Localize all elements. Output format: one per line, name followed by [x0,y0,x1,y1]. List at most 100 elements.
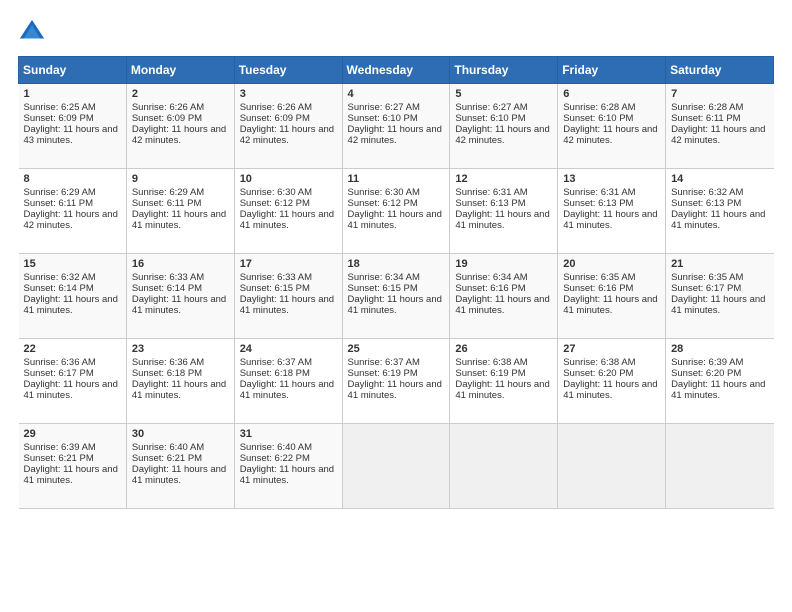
weekday-header: Wednesday [342,57,450,84]
daylight-text: Daylight: 11 hours and 41 minutes. [671,209,765,231]
sunrise-text: Sunrise: 6:38 AM [455,357,527,368]
calendar-week-row: 1Sunrise: 6:25 AMSunset: 6:09 PMDaylight… [19,84,774,169]
sunset-text: Sunset: 6:18 PM [132,368,202,379]
calendar-cell [342,424,450,509]
sunrise-text: Sunrise: 6:26 AM [240,102,312,113]
day-number: 4 [348,88,445,100]
sunrise-text: Sunrise: 6:35 AM [671,272,743,283]
day-number: 5 [455,88,552,100]
daylight-text: Daylight: 11 hours and 41 minutes. [132,379,226,401]
day-number: 16 [132,258,229,270]
sunset-text: Sunset: 6:15 PM [240,283,310,294]
day-number: 29 [24,428,121,440]
day-number: 25 [348,343,445,355]
day-number: 10 [240,173,337,185]
sunset-text: Sunset: 6:16 PM [455,283,525,294]
calendar-cell: 26Sunrise: 6:38 AMSunset: 6:19 PMDayligh… [450,339,558,424]
day-number: 23 [132,343,229,355]
calendar-body: 1Sunrise: 6:25 AMSunset: 6:09 PMDaylight… [19,84,774,509]
sunset-text: Sunset: 6:21 PM [24,453,94,464]
sunrise-text: Sunrise: 6:36 AM [24,357,96,368]
sunset-text: Sunset: 6:14 PM [132,283,202,294]
calendar-cell: 22Sunrise: 6:36 AMSunset: 6:17 PMDayligh… [19,339,127,424]
calendar-cell: 13Sunrise: 6:31 AMSunset: 6:13 PMDayligh… [558,169,666,254]
sunset-text: Sunset: 6:09 PM [24,113,94,124]
sunset-text: Sunset: 6:10 PM [563,113,633,124]
daylight-text: Daylight: 11 hours and 42 minutes. [455,124,549,146]
day-number: 31 [240,428,337,440]
sunset-text: Sunset: 6:19 PM [348,368,418,379]
calendar-cell: 6Sunrise: 6:28 AMSunset: 6:10 PMDaylight… [558,84,666,169]
sunrise-text: Sunrise: 6:31 AM [563,187,635,198]
calendar-cell: 19Sunrise: 6:34 AMSunset: 6:16 PMDayligh… [450,254,558,339]
calendar-cell: 4Sunrise: 6:27 AMSunset: 6:10 PMDaylight… [342,84,450,169]
day-number: 14 [671,173,768,185]
sunset-text: Sunset: 6:20 PM [563,368,633,379]
sunrise-text: Sunrise: 6:32 AM [24,272,96,283]
daylight-text: Daylight: 11 hours and 41 minutes. [24,464,118,486]
day-number: 3 [240,88,337,100]
sunrise-text: Sunrise: 6:39 AM [24,442,96,453]
daylight-text: Daylight: 11 hours and 41 minutes. [455,209,549,231]
sunrise-text: Sunrise: 6:32 AM [671,187,743,198]
calendar-cell: 5Sunrise: 6:27 AMSunset: 6:10 PMDaylight… [450,84,558,169]
header [18,18,774,46]
sunset-text: Sunset: 6:22 PM [240,453,310,464]
sunrise-text: Sunrise: 6:37 AM [240,357,312,368]
sunrise-text: Sunrise: 6:30 AM [348,187,420,198]
day-number: 30 [132,428,229,440]
sunrise-text: Sunrise: 6:29 AM [132,187,204,198]
daylight-text: Daylight: 11 hours and 42 minutes. [671,124,765,146]
calendar-cell: 30Sunrise: 6:40 AMSunset: 6:21 PMDayligh… [126,424,234,509]
daylight-text: Daylight: 11 hours and 42 minutes. [132,124,226,146]
daylight-text: Daylight: 11 hours and 41 minutes. [348,209,442,231]
daylight-text: Daylight: 11 hours and 42 minutes. [24,209,118,231]
calendar-cell: 15Sunrise: 6:32 AMSunset: 6:14 PMDayligh… [19,254,127,339]
calendar-cell: 7Sunrise: 6:28 AMSunset: 6:11 PMDaylight… [666,84,774,169]
sunrise-text: Sunrise: 6:34 AM [348,272,420,283]
calendar-cell: 3Sunrise: 6:26 AMSunset: 6:09 PMDaylight… [234,84,342,169]
sunset-text: Sunset: 6:10 PM [455,113,525,124]
day-number: 24 [240,343,337,355]
logo-icon [18,18,46,46]
daylight-text: Daylight: 11 hours and 41 minutes. [132,209,226,231]
daylight-text: Daylight: 11 hours and 41 minutes. [348,294,442,316]
calendar-header: SundayMondayTuesdayWednesdayThursdayFrid… [19,57,774,84]
day-number: 2 [132,88,229,100]
daylight-text: Daylight: 11 hours and 42 minutes. [240,124,334,146]
sunrise-text: Sunrise: 6:28 AM [671,102,743,113]
sunset-text: Sunset: 6:13 PM [671,198,741,209]
calendar-week-row: 8Sunrise: 6:29 AMSunset: 6:11 PMDaylight… [19,169,774,254]
calendar-cell: 9Sunrise: 6:29 AMSunset: 6:11 PMDaylight… [126,169,234,254]
calendar-cell: 12Sunrise: 6:31 AMSunset: 6:13 PMDayligh… [450,169,558,254]
calendar-cell: 18Sunrise: 6:34 AMSunset: 6:15 PMDayligh… [342,254,450,339]
day-number: 8 [24,173,121,185]
sunset-text: Sunset: 6:13 PM [455,198,525,209]
sunrise-text: Sunrise: 6:39 AM [671,357,743,368]
sunset-text: Sunset: 6:13 PM [563,198,633,209]
weekday-header: Monday [126,57,234,84]
day-number: 17 [240,258,337,270]
sunrise-text: Sunrise: 6:33 AM [240,272,312,283]
day-number: 27 [563,343,660,355]
daylight-text: Daylight: 11 hours and 41 minutes. [563,209,657,231]
calendar-cell: 16Sunrise: 6:33 AMSunset: 6:14 PMDayligh… [126,254,234,339]
day-number: 21 [671,258,768,270]
daylight-text: Daylight: 11 hours and 42 minutes. [563,124,657,146]
calendar-week-row: 15Sunrise: 6:32 AMSunset: 6:14 PMDayligh… [19,254,774,339]
calendar-cell: 8Sunrise: 6:29 AMSunset: 6:11 PMDaylight… [19,169,127,254]
sunrise-text: Sunrise: 6:36 AM [132,357,204,368]
sunset-text: Sunset: 6:17 PM [24,368,94,379]
daylight-text: Daylight: 11 hours and 41 minutes. [240,209,334,231]
calendar-table: SundayMondayTuesdayWednesdayThursdayFrid… [18,56,774,509]
header-row: SundayMondayTuesdayWednesdayThursdayFrid… [19,57,774,84]
daylight-text: Daylight: 11 hours and 43 minutes. [24,124,118,146]
day-number: 18 [348,258,445,270]
sunset-text: Sunset: 6:11 PM [24,198,94,209]
sunset-text: Sunset: 6:12 PM [348,198,418,209]
calendar-cell [450,424,558,509]
calendar-cell [558,424,666,509]
sunrise-text: Sunrise: 6:27 AM [348,102,420,113]
calendar-cell: 29 Sunrise: 6:39 AMSunset: 6:21 PMDayligh… [19,424,127,509]
sunset-text: Sunset: 6:17 PM [671,283,741,294]
